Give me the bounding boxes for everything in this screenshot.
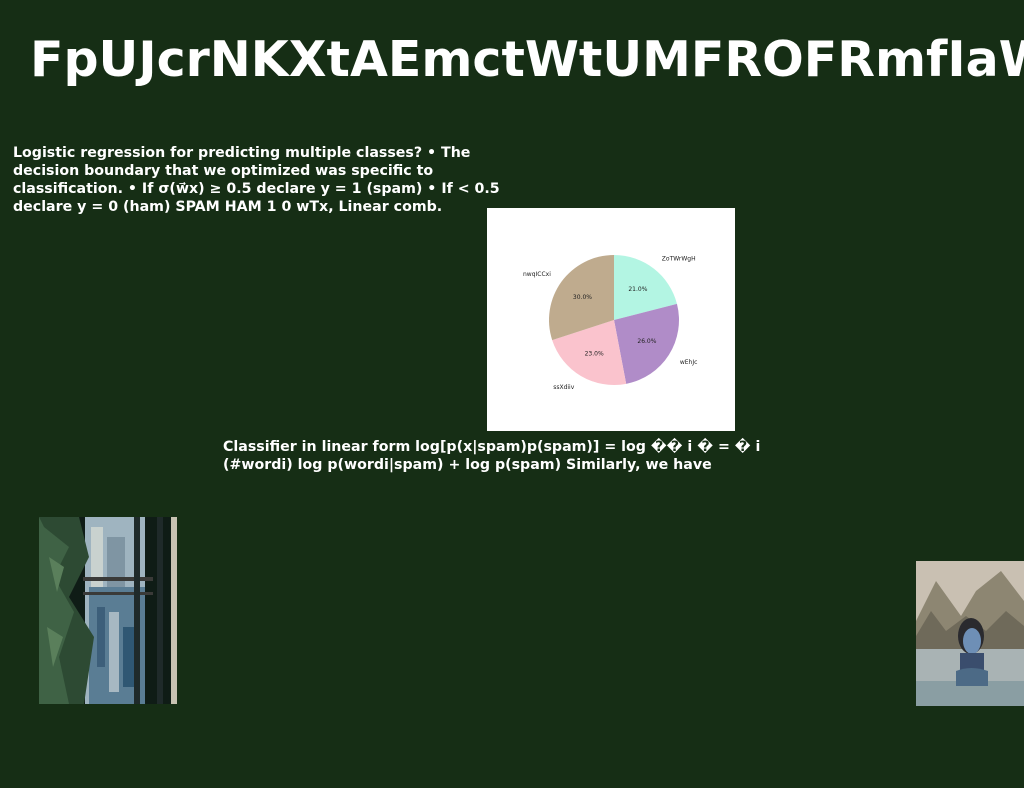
lake-portrait-image bbox=[916, 561, 1024, 706]
body-paragraph-classifier: Classifier in linear form log[p(x|spam)p… bbox=[223, 439, 761, 473]
pie-category-label: ssXdiiv bbox=[553, 384, 575, 391]
pie-category-label: ZoTWrWgH bbox=[662, 255, 696, 262]
lake-portrait-photo bbox=[916, 561, 1024, 706]
pie-pct-label: 26.0% bbox=[637, 338, 656, 345]
pie-pct-label: 21.0% bbox=[628, 286, 647, 293]
slide-title: FpUJcrNKXtAEmctWtUMFROFRmfIaW bbox=[30, 31, 1024, 88]
window-city-image bbox=[39, 517, 177, 704]
pie-category-label: wEhJc bbox=[680, 359, 698, 366]
pie-chart-card: 21.0% ZoTWrWgH 26.0% wEhJc 23.0% ssXdiiv 30.0%… bbox=[487, 208, 735, 431]
pie-pct-label: 30.0% bbox=[573, 294, 592, 301]
body-paragraph-logistic: Logistic regression for predicting multi… bbox=[13, 145, 500, 215]
pie-category-label: nwqICCxi bbox=[523, 271, 551, 278]
window-city-photo bbox=[39, 517, 177, 704]
pie-pct-label: 23.0% bbox=[585, 351, 604, 358]
pie-chart: 21.0% ZoTWrWgH 26.0% wEhJc 23.0% ssXdiiv 30.0%… bbox=[523, 255, 698, 391]
